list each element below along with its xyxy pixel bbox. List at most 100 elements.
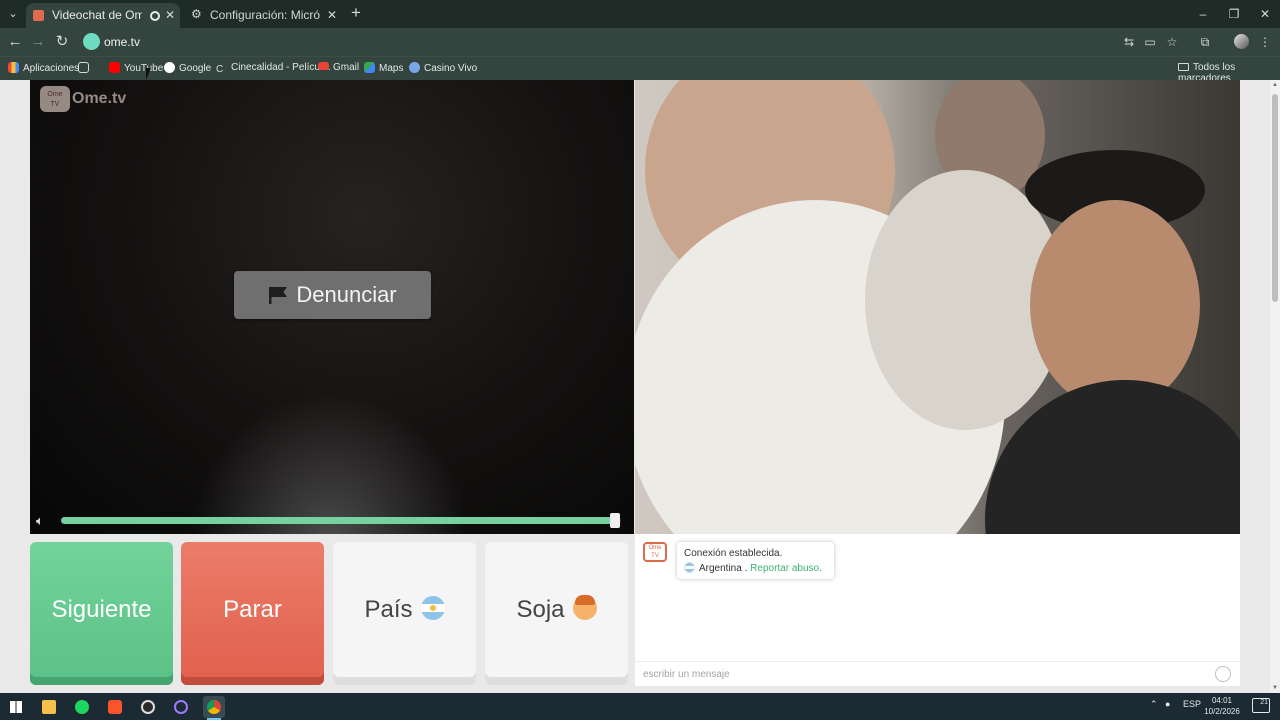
- scroll-up-icon[interactable]: ▲: [1271, 82, 1279, 88]
- apps-grid-icon: [8, 62, 19, 73]
- clock-time: 04:01: [1211, 696, 1233, 705]
- close-window-button[interactable]: ✕: [1250, 4, 1280, 24]
- next-label: Siguiente: [51, 596, 152, 623]
- spotify-app[interactable]: [71, 696, 93, 718]
- volume-slider[interactable]: [61, 517, 621, 524]
- scrollbar-thumb[interactable]: [1272, 94, 1278, 302]
- notifications-button[interactable]: 21: [1252, 698, 1270, 713]
- profile-avatar[interactable]: [1234, 34, 1249, 49]
- stop-button[interactable]: Parar: [181, 542, 324, 685]
- bookmark-label: Google: [179, 63, 212, 74]
- argentina-flag-icon: [420, 596, 445, 620]
- partner-country: Argentina: [699, 563, 742, 574]
- forward-button[interactable]: →: [28, 32, 48, 52]
- bookmark-label: Gmail: [333, 62, 360, 73]
- system-clock[interactable]: 04:01 10/2/2026: [1199, 695, 1245, 717]
- flag-icon: [269, 287, 288, 304]
- minimize-window-button[interactable]: –: [1188, 4, 1218, 24]
- speaker-icon[interactable]: 🔈︎: [36, 513, 56, 529]
- tab-microphone-settings[interactable]: ⚙ Configuración: Micrófono ✕: [184, 3, 342, 28]
- bookmarks-bar: Aplicaciones YouTube Google C Cinecalidad…: [0, 56, 1280, 84]
- remote-video: [635, 80, 1240, 534]
- connection-status: Conexión establecida.: [684, 548, 783, 559]
- local-video: Ome TV Ome.tv Denunciar: [30, 80, 634, 534]
- gender-filter-button[interactable]: Soja: [485, 542, 628, 685]
- volume-fill: [61, 517, 615, 524]
- scroll-down-icon[interactable]: ▼: [1271, 685, 1279, 691]
- cast-icon[interactable]: ▭: [1141, 33, 1159, 51]
- restore-window-button[interactable]: ❐: [1219, 4, 1249, 24]
- page-scrollbar[interactable]: ▲ ▼: [1270, 80, 1280, 693]
- stop-label: Parar: [223, 596, 282, 623]
- bookmark-youtube[interactable]: YouTube: [109, 62, 163, 74]
- tab-search-chevron-icon[interactable]: ⌄: [4, 5, 22, 23]
- report-label: Denunciar: [296, 282, 397, 307]
- partner-country-line: Argentina . Reportar abuso.: [684, 561, 827, 576]
- ometv-favicon-icon: [33, 10, 44, 21]
- cortana-app[interactable]: [170, 696, 192, 718]
- chat-input-placeholder: escribir un mensaje: [643, 669, 730, 680]
- ometv-tv-icon: Ome TV: [40, 86, 70, 112]
- recording-icon: [150, 11, 160, 21]
- close-tab-icon[interactable]: ✕: [327, 3, 337, 28]
- youtube-icon: [109, 62, 120, 73]
- obs-app[interactable]: [137, 696, 159, 718]
- address-bar[interactable]: ome.tv: [104, 35, 140, 49]
- ometv-logo[interactable]: Ome TV Ome.tv: [40, 86, 126, 116]
- bookmark-gmail[interactable]: Gmail: [318, 62, 359, 73]
- bookmark-label: Casino Vivo: [424, 63, 478, 74]
- new-tab-button[interactable]: +: [346, 4, 366, 24]
- report-abuse-link[interactable]: Reportar abuso.: [750, 563, 822, 574]
- remote-person-face: [1030, 200, 1200, 410]
- windows-taskbar: ⌃ ● ESP 04:01 10/2/2026 21: [0, 693, 1280, 720]
- tray-chevron-up-icon[interactable]: ⌃: [1150, 699, 1158, 710]
- folder-icon: [1178, 63, 1189, 71]
- chrome-app[interactable]: [203, 696, 225, 720]
- extensions-icon[interactable]: ⧉: [1196, 33, 1214, 51]
- translate-icon[interactable]: ⇆: [1120, 33, 1138, 51]
- country-filter-button[interactable]: País: [333, 542, 476, 685]
- chat-message-input[interactable]: escribir un mensaje: [635, 661, 1240, 686]
- maps-icon: [364, 62, 375, 73]
- next-button[interactable]: Siguiente: [30, 542, 173, 685]
- bookmark-casino-vivo[interactable]: Casino Vivo: [409, 62, 477, 74]
- bookmark-aplicaciones[interactable]: Aplicaciones: [8, 62, 79, 74]
- volume-slider-handle[interactable]: [610, 513, 620, 528]
- obs-icon: [141, 700, 155, 714]
- start-button[interactable]: [5, 696, 27, 718]
- tab-strip: ⌄ Videochat de OmeTV: una ✕ ⚙ Configurac…: [0, 0, 1280, 28]
- bookmark-label: Aplicaciones: [23, 63, 80, 74]
- bookmark-star-icon[interactable]: ☆: [1163, 33, 1181, 51]
- bookmark-cinecalidad[interactable]: C Cinecalidad - Películ...: [216, 62, 331, 75]
- chrome-icon: [207, 700, 221, 714]
- separator: .: [744, 563, 748, 574]
- brave-app[interactable]: [104, 696, 126, 718]
- file-explorer-app[interactable]: [38, 696, 60, 718]
- folder-icon: [42, 700, 56, 714]
- close-tab-icon[interactable]: ✕: [165, 3, 175, 28]
- tab-ometv[interactable]: Videochat de OmeTV: una ✕: [26, 3, 180, 28]
- mouse-cursor-icon: [146, 68, 151, 80]
- site-info-icon[interactable]: [83, 33, 100, 50]
- google-icon: [164, 62, 175, 73]
- spotify-icon: [75, 700, 89, 714]
- chat-panel: Ome TV Conexión establecida. Argentina . …: [635, 534, 1240, 686]
- reload-button[interactable]: ↻: [52, 32, 72, 52]
- back-button[interactable]: ←: [5, 32, 25, 52]
- menu-kebab-icon[interactable]: ⋮: [1256, 33, 1274, 51]
- tab-title: Configuración: Micrófono: [210, 8, 320, 22]
- report-button[interactable]: Denunciar: [234, 271, 431, 319]
- ometv-chat-avatar-icon: Ome TV: [643, 542, 667, 562]
- bookmark-google[interactable]: Google: [164, 62, 211, 74]
- smiley-icon[interactable]: [1215, 666, 1231, 682]
- grid-icon: [78, 62, 89, 73]
- microphone-icon[interactable]: ●: [1165, 699, 1170, 709]
- country-label: País: [364, 596, 413, 623]
- bookmark-maps[interactable]: Maps: [364, 62, 403, 74]
- gender-label: Soja: [516, 596, 565, 623]
- bookmark-apps-launcher[interactable]: [78, 62, 93, 74]
- bookmark-label: Cinecalidad - Películ...: [231, 62, 331, 73]
- gear-icon: ⚙: [191, 7, 202, 21]
- argentina-flag-icon: [684, 562, 695, 573]
- browser-toolbar: ← → ↻ ome.tv ⇆ ▭ ☆ ⧉ ⋮: [0, 28, 1280, 56]
